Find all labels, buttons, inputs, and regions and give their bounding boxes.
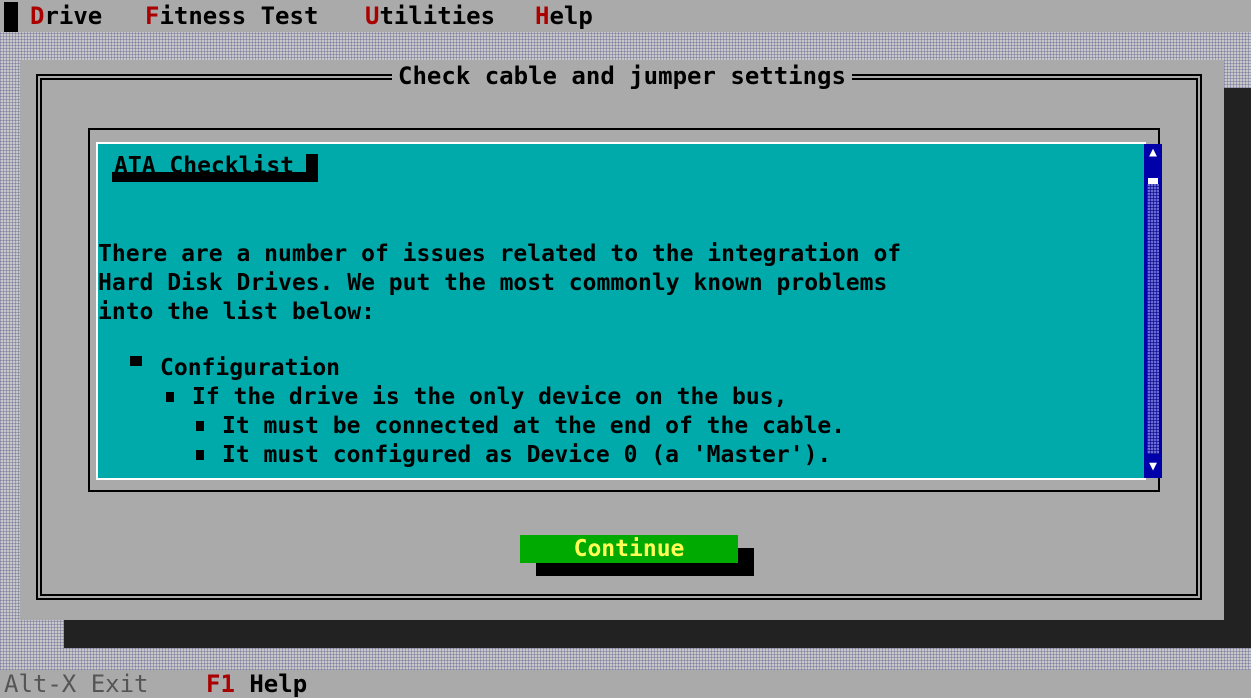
bullet-icon [130,356,142,366]
menu-bar: Drive Fitness Test Utilities Help [0,0,1251,32]
exit-shortcut[interactable]: Alt-X Exit [4,670,149,698]
text-viewer-content[interactable]: ATA Checklist There are a number of issu… [96,142,1146,480]
intro-line: There are a number of issues related to … [98,241,902,267]
dialog-shadow [1222,88,1251,648]
heading-shadow [306,154,318,182]
list-item: It must be connected at the end of the c… [222,413,846,439]
dialog-title: Check cable and jumper settings [20,62,1224,90]
menu-cursor [4,2,18,32]
bullet-icon [196,421,204,431]
bullet-icon [166,392,174,402]
menu-fitness-test[interactable]: Fitness Test [145,2,318,30]
checklist-heading: ATA Checklist [114,153,295,179]
bullet-icon [196,450,204,460]
scroll-up-arrow-icon[interactable]: ▲ [1146,146,1160,160]
dialog-shadow [64,618,1251,648]
list-item: It must configured as Device 0 (a 'Maste… [222,442,832,468]
vertical-scrollbar[interactable]: ▲ ▼ [1144,144,1162,478]
help-shortcut[interactable]: F1 Help [206,670,307,698]
menu-help[interactable]: Help [535,2,593,30]
text-viewer: ATA Checklist There are a number of issu… [88,128,1162,492]
checklist-dialog: Check cable and jumper settings ATA Chec… [20,60,1224,620]
menu-drive[interactable]: Drive [30,2,102,30]
menu-utilities[interactable]: Utilities [365,2,495,30]
list-item: If the drive is the only device on the b… [192,384,788,410]
continue-button[interactable]: Continue [520,535,738,563]
intro-line: into the list below: [98,299,375,325]
list-item-configuration: Configuration [160,355,341,381]
status-bar: Alt-X Exit F1 Help [0,670,1251,698]
scroll-down-arrow-icon[interactable]: ▼ [1146,460,1160,474]
scroll-track[interactable] [1147,184,1159,454]
intro-line: Hard Disk Drives. We put the most common… [98,270,888,296]
